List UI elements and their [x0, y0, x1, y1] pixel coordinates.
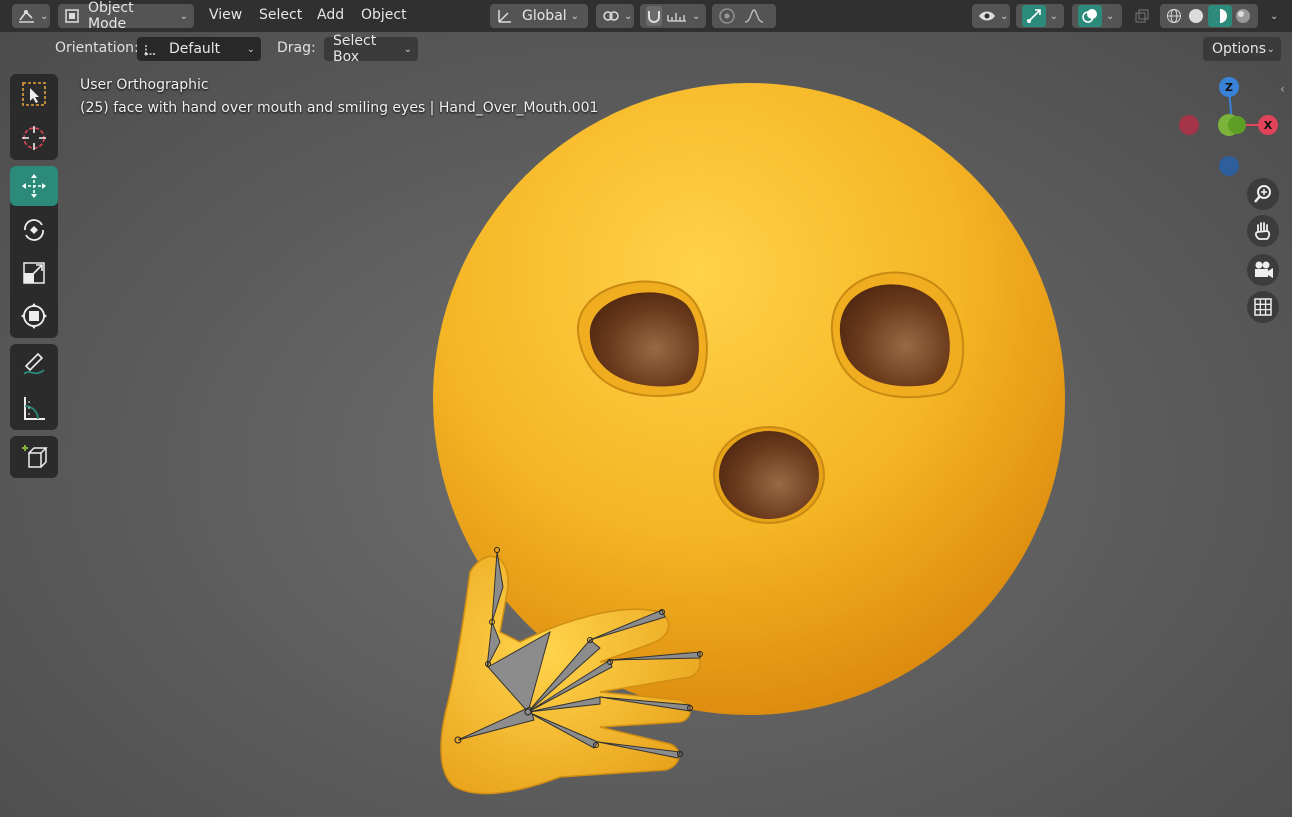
- menu-object[interactable]: Object: [361, 7, 407, 23]
- tool-settings-bar: Orientation: Default ⌄ Drag: Select Box …: [0, 32, 1292, 65]
- gizmo-z-axis[interactable]: Z: [1219, 77, 1239, 97]
- chevron-down-icon: ⌄: [570, 10, 580, 22]
- pivot-point-button[interactable]: ⌄: [596, 4, 634, 28]
- viewport-scene: [433, 83, 1065, 795]
- viewport-header: ⌄ Object Mode ⌄ View Select Add Object G…: [0, 0, 1292, 32]
- camera-icon: [1252, 260, 1274, 280]
- shading-options-button[interactable]: ⌄: [1260, 4, 1284, 28]
- snap-increment-icon[interactable]: [666, 9, 688, 23]
- zoom-button[interactable]: [1247, 178, 1279, 210]
- rotate-icon: [20, 216, 48, 244]
- visibility-button[interactable]: ⌄: [972, 4, 1010, 28]
- options-dropdown[interactable]: Options ⌄: [1203, 37, 1281, 61]
- chevron-down-icon: ⌄: [403, 43, 412, 55]
- xray-icon: [1134, 8, 1150, 24]
- add-cube-icon: [19, 442, 49, 472]
- view-name-label: User Orthographic: [80, 77, 209, 93]
- tool-annotate[interactable]: [10, 344, 58, 384]
- orientation-label: Global: [522, 8, 567, 24]
- material-preview-icon[interactable]: [1208, 5, 1232, 27]
- proportional-edit-icon[interactable]: [718, 7, 736, 25]
- chevron-down-icon: ⌄: [692, 10, 701, 22]
- ortho-toggle-button[interactable]: [1247, 291, 1279, 323]
- emoji-face[interactable]: [433, 83, 1065, 715]
- pivot-link-icon: [602, 8, 620, 24]
- overlays-icon: [1078, 5, 1102, 27]
- snap-magnet-icon[interactable]: [646, 6, 662, 26]
- tool-select-box[interactable]: [10, 74, 58, 114]
- drag-value: Select Box: [333, 33, 377, 65]
- grid-icon: [1254, 298, 1272, 316]
- pan-button[interactable]: [1247, 215, 1279, 247]
- options-label: Options: [1212, 41, 1267, 57]
- eye-icon: [978, 9, 996, 23]
- object-info-label: (25) face with hand over mouth and smili…: [80, 100, 599, 116]
- gizmo-neg-y-axis[interactable]: [1228, 116, 1246, 134]
- cursor-crosshair-icon: [20, 124, 48, 152]
- shading-mode-group[interactable]: [1160, 4, 1258, 28]
- editor-type-icon: [18, 8, 36, 24]
- orientation-field-label: Orientation:: [55, 40, 139, 56]
- chevron-down-icon: ⌄: [179, 10, 188, 22]
- tool-rotate[interactable]: [10, 210, 58, 250]
- orientation-axes-icon: [143, 41, 159, 57]
- falloff-curve-icon[interactable]: [744, 8, 764, 24]
- orientation-dropdown[interactable]: Default ⌄: [137, 37, 261, 61]
- wireframe-shading-icon[interactable]: [1163, 8, 1185, 24]
- chevron-down-icon: ⌄: [1000, 10, 1009, 22]
- 3d-viewport[interactable]: User Orthographic (25) face with hand ov…: [0, 32, 1292, 817]
- move-arrows-icon: [20, 172, 48, 200]
- chevron-down-icon: ⌄: [1106, 10, 1115, 22]
- snapping-group[interactable]: ⌄: [640, 4, 706, 28]
- chevron-down-icon: ⌄: [246, 43, 255, 55]
- gizmo-neg-x-axis[interactable]: [1179, 115, 1199, 135]
- chevron-down-icon: ⌄: [1266, 43, 1275, 55]
- chevron-down-icon: ⌄: [1270, 10, 1279, 22]
- gizmo-x-axis[interactable]: X: [1258, 115, 1278, 135]
- tool-scale[interactable]: [10, 253, 58, 293]
- solid-shading-icon[interactable]: [1185, 8, 1208, 24]
- annotate-pencil-icon: [20, 350, 48, 378]
- hand-icon: [1253, 220, 1273, 242]
- chevron-down-icon: ⌄: [624, 10, 633, 22]
- menu-view[interactable]: View: [209, 7, 242, 23]
- drag-field-label: Drag:: [277, 40, 316, 56]
- gizmo-toggle[interactable]: ⌄: [1016, 4, 1064, 28]
- sidebar-toggle-icon[interactable]: ‹: [1280, 82, 1285, 96]
- scale-icon: [20, 259, 48, 287]
- menu-select[interactable]: Select: [259, 7, 302, 23]
- mode-selector[interactable]: Object Mode ⌄: [58, 0, 194, 32]
- transform-orientation-selector[interactable]: Global ⌄: [490, 4, 588, 28]
- tool-measure[interactable]: [10, 388, 58, 428]
- transform-icon: [20, 302, 48, 330]
- camera-view-button[interactable]: [1247, 254, 1279, 286]
- chevron-down-icon: ⌄: [40, 10, 49, 22]
- rendered-shading-icon[interactable]: [1232, 8, 1255, 24]
- measure-ruler-icon: [20, 394, 48, 422]
- tool-add-cube[interactable]: [10, 437, 58, 477]
- mode-label: Object Mode: [88, 0, 134, 32]
- zoom-magnifier-icon: [1253, 184, 1273, 204]
- tool-transform[interactable]: [10, 296, 58, 336]
- object-mode-icon: [64, 8, 80, 24]
- navigation-gizmo[interactable]: Z X: [1170, 72, 1280, 182]
- tool-cursor[interactable]: [10, 118, 58, 158]
- xray-toggle[interactable]: [1128, 4, 1156, 28]
- overlays-toggle[interactable]: ⌄: [1072, 4, 1122, 28]
- editor-type-button[interactable]: ⌄: [12, 4, 50, 28]
- mouth: [719, 431, 819, 519]
- orientation-axes-icon: [496, 7, 514, 25]
- tool-move[interactable]: [10, 166, 58, 206]
- menu-add[interactable]: Add: [317, 7, 344, 23]
- orientation-value: Default: [169, 41, 221, 57]
- gizmo-icon: [1022, 5, 1046, 27]
- gizmo-neg-z-axis[interactable]: [1219, 156, 1239, 176]
- drag-dropdown[interactable]: Select Box ⌄: [324, 33, 418, 65]
- select-box-icon: [20, 80, 48, 108]
- proportional-editing-group[interactable]: [712, 4, 776, 28]
- chevron-down-icon: ⌄: [1049, 10, 1058, 22]
